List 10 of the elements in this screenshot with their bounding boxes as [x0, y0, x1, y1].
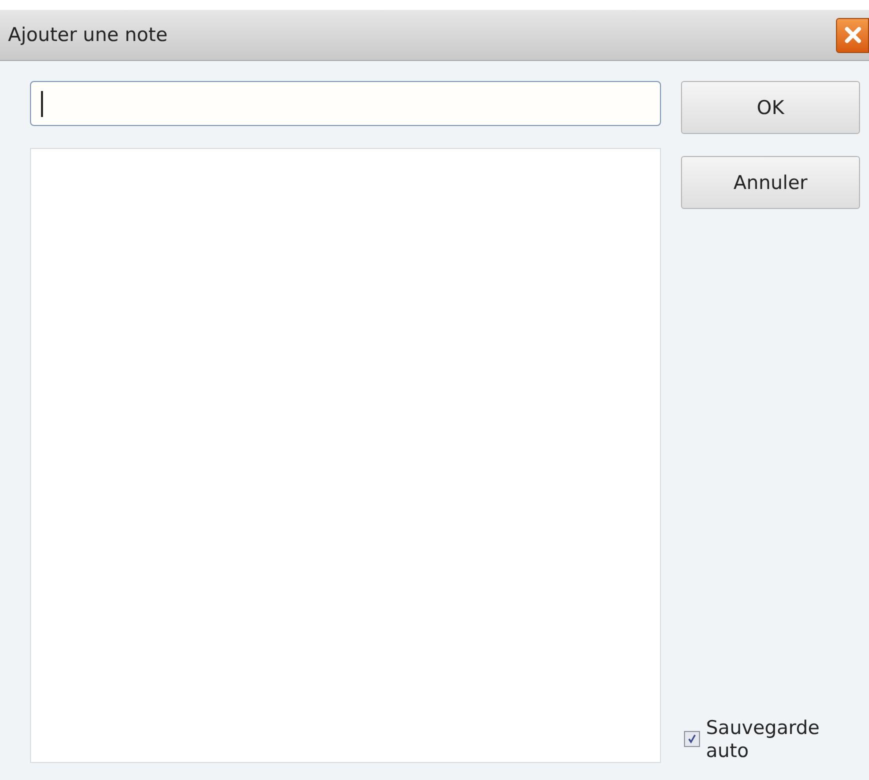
ok-button[interactable]: OK	[681, 81, 860, 134]
text-cursor	[41, 91, 43, 117]
window-title: Ajouter une note	[7, 24, 168, 46]
note-title-field[interactable]	[30, 81, 661, 126]
close-icon	[842, 25, 862, 45]
checkbox[interactable]	[684, 731, 700, 748]
cancel-button[interactable]: Annuler	[681, 156, 860, 209]
checkbox-label: Sauvegarde auto	[706, 717, 821, 763]
close-button[interactable]	[836, 18, 869, 52]
checkmark-icon	[687, 734, 697, 744]
